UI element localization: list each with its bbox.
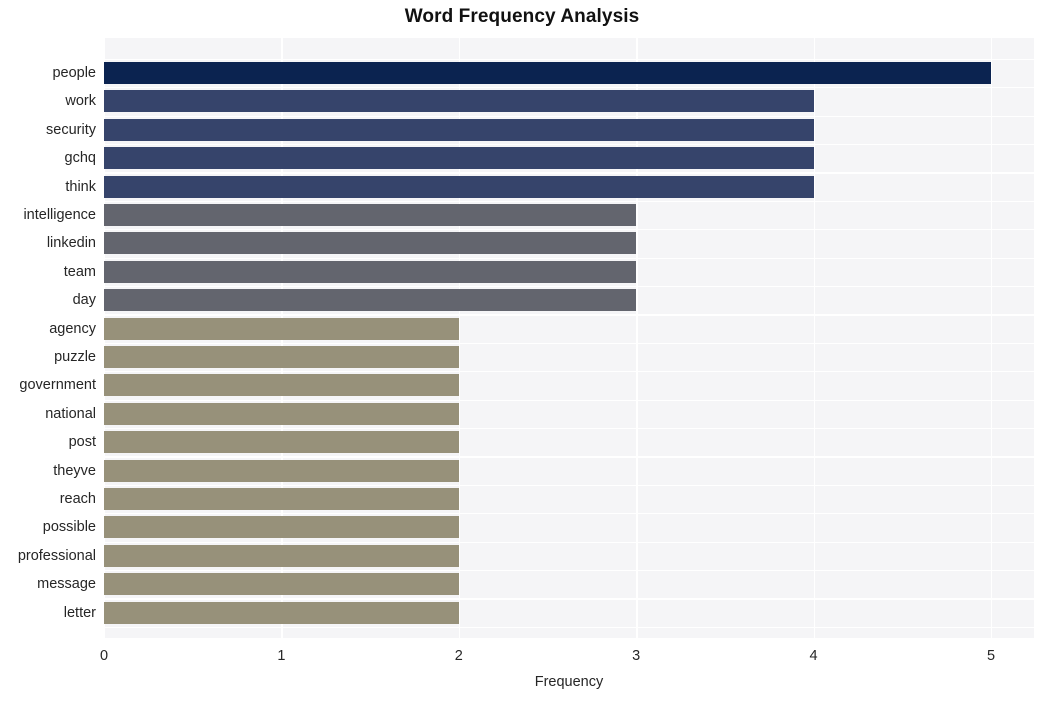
bar [104,402,459,425]
bar [104,118,814,141]
bar [104,62,991,84]
x-axis-tick-label: 2 [454,648,463,664]
y-axis-tick-label: think [65,178,96,195]
y-axis-tick-label: possible [42,519,96,536]
x-axis-title: Frequency [534,674,604,690]
x-axis-tick-label: 4 [809,648,818,664]
y-axis-tick-label: security [46,121,96,138]
bar-series [104,38,1034,638]
bar [104,601,459,624]
bar [104,204,637,226]
y-axis-tick-label: intelligence [23,207,96,223]
x-axis-tick-label: 5 [986,648,996,664]
y-axis-tick-label: linkedin [46,235,96,252]
y-axis-tick-label: theyve [53,462,96,479]
y-axis-tick-label: agency [49,320,96,337]
y-axis-tick-label: team [63,263,96,280]
bar [104,459,459,482]
plot-panel [104,38,1034,638]
x-axis-tick-label: 3 [632,648,641,664]
y-axis-tick-label: day [72,292,96,309]
x-axis-tick-label: 0 [99,648,109,664]
y-axis-tick-label: post [68,434,96,451]
y-axis-tick-label: reach [59,491,96,507]
chart-title: Word Frequency Analysis [404,6,640,27]
bar [104,260,637,283]
y-axis-tick-label: letter [63,604,96,621]
word-frequency-chart: Word Frequency Analysis people work securi… [0,0,1044,701]
y-axis-tick-label: national [45,405,96,422]
bar [104,289,637,312]
x-axis-tick-label: 1 [277,648,286,664]
bar [104,573,459,596]
bar [104,147,814,170]
bar [104,516,459,539]
y-axis-tick-label: gchq [64,150,96,167]
y-axis-tick-label: government [19,377,96,394]
bar [104,431,459,454]
bar [104,346,459,368]
y-axis-tick-label: message [37,576,96,593]
y-axis-tick-label: work [65,93,96,110]
bar [104,232,637,255]
x-axis-tick-labels: 0 1 2 3 4 5 [0,648,1044,670]
y-axis-tick-label: professional [17,547,96,564]
bar [104,90,814,113]
y-axis-tick-label: puzzle [54,349,96,365]
bar [104,544,459,567]
bar [104,488,459,510]
bar [104,175,814,198]
bar [104,374,459,397]
y-axis-tick-labels: people work security gchq think intelligence l… [0,38,96,638]
bar [104,317,459,340]
y-axis-tick-label: people [52,65,96,81]
